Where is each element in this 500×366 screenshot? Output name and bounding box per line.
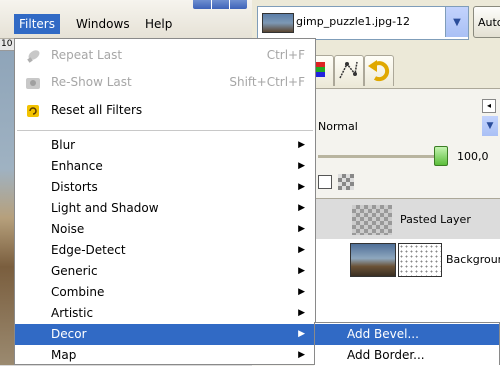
image-name: gimp_puzzle1.jpg-12 [296, 15, 411, 28]
layer-name-pasted: Pasted Layer [400, 213, 471, 226]
submenu-arrow-icon: ▶ [298, 350, 305, 360]
submenu-arrow-icon: ▶ [298, 308, 305, 318]
menu-item-label: Artistic [51, 306, 94, 320]
menu-item-light-and-shadow[interactable]: Light and Shadow ▶ [15, 198, 315, 219]
submenu-arrow-icon: ▶ [298, 224, 305, 234]
menu-item-distorts[interactable]: Distorts ▶ [15, 177, 315, 198]
repeat-icon [27, 50, 40, 63]
menu-item-artistic[interactable]: Artistic ▶ [15, 303, 315, 324]
menu-windows-label: Windows [76, 17, 130, 31]
menu-help[interactable]: Help [140, 14, 177, 34]
menu-item-combine[interactable]: Combine ▶ [15, 282, 315, 303]
lock-pixels-checkbox[interactable] [318, 175, 332, 189]
menu-item-generic[interactable]: Generic ▶ [15, 261, 315, 282]
menu-windows[interactable]: Windows [71, 14, 135, 34]
menu-item-label: Blur [51, 138, 76, 152]
menu-item-decor[interactable]: Decor ▶ [15, 324, 315, 345]
menu-item-noise[interactable]: Noise ▶ [15, 219, 315, 240]
auto-button[interactable]: Auto [473, 6, 500, 38]
menu-item-label: Generic [51, 264, 98, 278]
submenu-arrow-icon: ▶ [298, 182, 305, 192]
submenu-arrow-icon: ▶ [298, 203, 305, 213]
menu-item-add-border[interactable]: Add Border... [315, 345, 499, 366]
layer-mask-background[interactable] [398, 243, 442, 277]
window-titlebar-buttons[interactable] [193, 0, 247, 9]
submenu-arrow-icon: ▶ [298, 287, 305, 297]
image-thumbnail [262, 13, 294, 33]
mode-chevron-down-icon[interactable]: ▼ [482, 116, 498, 136]
mode-value[interactable]: Normal [318, 120, 358, 133]
menu-item-add-bevel[interactable]: Add Bevel... [315, 324, 499, 345]
layer-name-background: Background [446, 253, 500, 266]
menu-item-label: Decor [51, 327, 87, 341]
opacity-value[interactable]: 100,0 [457, 150, 489, 163]
submenu-arrow-icon: ▶ [298, 329, 305, 339]
menu-item-label: Noise [51, 222, 85, 236]
menu-item-map[interactable]: Map ▶ [15, 345, 315, 366]
image-canvas[interactable] [0, 38, 14, 365]
tab-paths[interactable] [334, 55, 364, 86]
reset-filters-icon [27, 105, 39, 117]
menu-item-edge-detect[interactable]: Edge-Detect ▶ [15, 240, 315, 261]
opacity-slider-track[interactable] [318, 155, 444, 158]
undo-icon [368, 60, 390, 82]
tab-undo-history[interactable] [364, 55, 394, 86]
image-selector[interactable]: gimp_puzzle1.jpg-12 ▼ [257, 6, 469, 40]
menu-item-label: Light and Shadow [51, 201, 159, 215]
menu-item-blur[interactable]: Blur ▶ [15, 135, 315, 156]
lock-alpha-icon[interactable] [338, 174, 354, 190]
menu-item-label: Repeat Last [51, 48, 123, 62]
menu-item-reset-all-filters[interactable]: Reset all Filters [15, 100, 315, 121]
chevron-down-icon[interactable]: ▼ [445, 7, 468, 37]
submenu-arrow-icon: ▶ [298, 245, 305, 255]
menu-item-enhance[interactable]: Enhance ▶ [15, 156, 315, 177]
menu-item-reshow-last[interactable]: Re-Show Last Shift+Ctrl+F [15, 72, 315, 93]
panel-menu-icon[interactable]: ◂ [482, 99, 496, 113]
shortcut-label: Ctrl+F [266, 48, 305, 62]
menu-item-repeat-last[interactable]: Repeat Last Ctrl+F [15, 45, 315, 66]
menu-item-label: Edge-Detect [51, 243, 126, 257]
submenu-arrow-icon: ▶ [298, 266, 305, 276]
menu-item-label: Re-Show Last [51, 75, 132, 89]
filters-menu: Repeat Last Ctrl+F Re-Show Last Shift+Ct… [14, 38, 316, 365]
submenu-arrow-icon: ▶ [298, 140, 305, 150]
menu-item-label: Map [51, 348, 77, 362]
menubar: Filters Windows Help [0, 0, 252, 39]
menu-item-label: Enhance [51, 159, 103, 173]
menu-filters[interactable]: Filters [14, 14, 60, 34]
menu-separator [17, 130, 313, 131]
submenu-arrow-icon: ▶ [298, 161, 305, 171]
menu-item-label: Distorts [51, 180, 98, 194]
paths-icon [339, 61, 358, 79]
decor-submenu: Add Bevel... Add Border... [314, 322, 500, 365]
ruler: 10 [0, 38, 15, 51]
menu-filters-label: Filters [19, 17, 55, 31]
menu-help-label: Help [145, 17, 173, 31]
layer-thumbnail-pasted [352, 205, 392, 235]
menu-item-label: Combine [51, 285, 105, 299]
menu-item-label: Add Bevel... [347, 327, 419, 341]
shortcut-label: Shift+Ctrl+F [229, 75, 305, 89]
layer-thumbnail-background[interactable] [350, 243, 396, 277]
reshow-icon [26, 78, 40, 89]
menu-item-label: Add Border... [347, 348, 425, 362]
opacity-slider-handle[interactable] [434, 146, 448, 166]
menu-item-label: Reset all Filters [51, 103, 143, 117]
